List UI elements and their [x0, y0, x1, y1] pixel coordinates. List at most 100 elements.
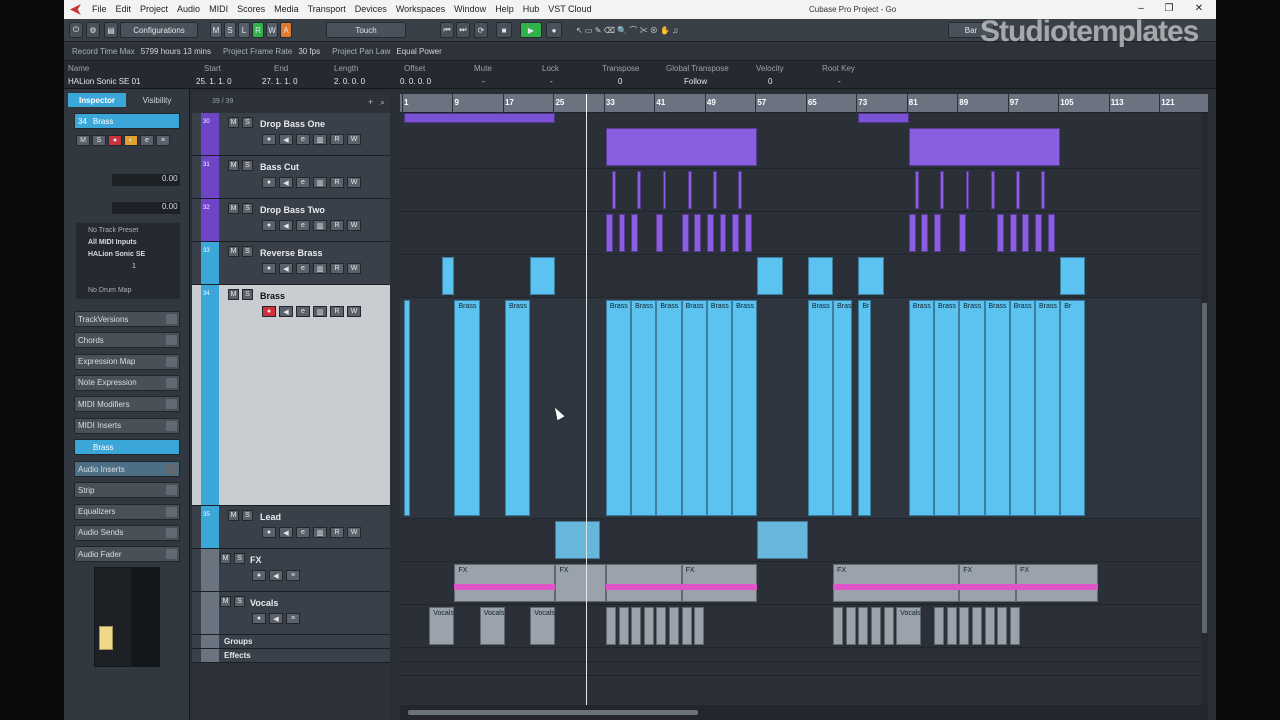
section-toggle-icon[interactable]: [166, 356, 177, 367]
clip-bass-cut[interactable]: [1016, 171, 1020, 209]
track-control-edit-icon[interactable]: e: [296, 220, 310, 231]
inspector-section-trackversions[interactable]: TrackVersions: [74, 311, 180, 327]
inspector-track-name[interactable]: 34 Brass: [74, 113, 180, 129]
fader-cap[interactable]: [99, 626, 113, 650]
clip-vocals[interactable]: [984, 607, 995, 645]
section-toggle-icon[interactable]: [166, 506, 177, 517]
stop-button[interactable]: ■: [496, 22, 512, 38]
clip-fx[interactable]: FX: [454, 564, 556, 602]
track-row-fx[interactable]: FX M S ● ◀ ≡: [192, 549, 390, 592]
clip-bass-cut[interactable]: [662, 171, 667, 209]
tab-visibility[interactable]: Visibility: [128, 93, 186, 107]
clip-brass[interactable]: Brass: [631, 300, 657, 516]
inspector-section-midi-inserts[interactable]: MIDI Inserts: [74, 417, 180, 434]
section-toggle-icon[interactable]: [166, 485, 177, 496]
clip-vocals[interactable]: [971, 607, 982, 645]
inspector-section-expression-map[interactable]: Expression Map: [74, 353, 180, 370]
track-control-read-icon[interactable]: R: [330, 527, 344, 538]
track-name[interactable]: Drop Bass Two: [260, 205, 325, 215]
clip-vocals[interactable]: [997, 607, 1008, 645]
track-row-bass-cut[interactable]: 31 Bass Cut M S ● ◀ e ▥ R W: [192, 156, 390, 199]
clip-fx[interactable]: FX: [681, 564, 758, 602]
read-toggle[interactable]: R: [252, 22, 264, 38]
solo-toggle[interactable]: S: [224, 22, 236, 38]
track-control-monitor-icon[interactable]: ◀: [279, 527, 293, 538]
frame-rate-value[interactable]: 30 fps: [298, 47, 320, 56]
track-control-record-icon[interactable]: ●: [262, 177, 276, 188]
horizontal-scrollbar[interactable]: [400, 705, 1208, 720]
mute-button[interactable]: M: [228, 117, 239, 128]
info-length-value[interactable]: 2. 0. 0. 0: [334, 77, 365, 86]
timeline-ruler[interactable]: 1 9 17 25 33 41 49 57 65 73 81 89 97 105 113 121: [400, 94, 1208, 113]
clip-midi-intro[interactable]: [858, 113, 909, 123]
track-control-edit-icon[interactable]: e: [296, 177, 310, 188]
clip-brass[interactable]: Brass: [1035, 300, 1061, 516]
close-icon[interactable]: ✕: [1192, 3, 1206, 14]
track-control-record-icon[interactable]: ●: [262, 220, 276, 231]
menu-midi[interactable]: MIDI: [209, 4, 228, 14]
clip-vocals[interactable]: [669, 607, 680, 645]
clip-vocals[interactable]: [694, 607, 705, 645]
clip-vocals[interactable]: [870, 607, 882, 645]
track-row-drop-bass-two[interactable]: 32 Drop Bass Two M S ● ◀ e ▥ R W: [192, 199, 390, 242]
clip-brass[interactable]: Brass: [656, 300, 682, 516]
section-toggle-icon[interactable]: [166, 335, 177, 346]
inspector-section-strip[interactable]: Strip: [74, 482, 180, 499]
edit-instrument-icon[interactable]: e: [140, 135, 154, 146]
clip-brass[interactable]: [404, 300, 411, 516]
solo-button[interactable]: S: [242, 246, 253, 257]
clip-brass[interactable]: Brass: [807, 300, 834, 516]
track-control-write-icon[interactable]: W: [347, 134, 361, 145]
tool-palette[interactable]: ↖ ▭ ✎ ⌫ 🔍 ⌒ ✂ ⊗ ✋ ♫: [576, 22, 786, 38]
track-control-lanes-icon[interactable]: ▥: [313, 177, 327, 188]
section-toggle-icon[interactable]: [166, 314, 177, 324]
clip-bass-cut[interactable]: [1041, 171, 1046, 209]
clip-lead[interactable]: [757, 521, 808, 559]
search-icon[interactable]: ⌕: [380, 97, 385, 108]
track-name[interactable]: Vocals: [250, 598, 278, 608]
clip-drop-bass-two[interactable]: [681, 214, 689, 252]
clip-vocals[interactable]: [618, 607, 629, 645]
lanes-icon[interactable]: ≡: [156, 135, 170, 146]
mute-button[interactable]: M: [228, 289, 239, 300]
clip-bass-cut[interactable]: [940, 171, 945, 209]
clip-drop-bass-two[interactable]: [605, 214, 613, 252]
info-global-transpose-value[interactable]: Follow: [684, 77, 707, 86]
section-toggle-icon[interactable]: [166, 377, 177, 388]
section-toggle-icon[interactable]: [166, 464, 177, 474]
inspector-section-midi-modifiers[interactable]: MIDI Modifiers: [74, 396, 180, 413]
write-toggle[interactable]: W: [266, 22, 278, 38]
clip-brass[interactable]: Br: [1060, 300, 1086, 516]
track-name[interactable]: Reverse Brass: [260, 248, 323, 258]
inspector-section-audio-inserts[interactable]: Audio Inserts: [74, 461, 180, 477]
track-control-monitor-icon[interactable]: ◀: [279, 306, 293, 317]
track-control-record-icon[interactable]: ●: [262, 527, 276, 538]
mute-toggle[interactable]: M: [210, 22, 222, 38]
track-control-edit-icon[interactable]: e: [296, 263, 310, 274]
menu-window[interactable]: Window: [454, 4, 486, 14]
clip-vocals[interactable]: [934, 607, 945, 645]
track-row-groups[interactable]: Groups: [192, 635, 390, 649]
track-control-lanes-icon[interactable]: ▥: [313, 527, 327, 538]
menu-hub[interactable]: Hub: [523, 4, 540, 14]
midi-input-field[interactable]: All MIDI Inputs: [88, 237, 178, 249]
track-name[interactable]: Effects: [224, 651, 251, 660]
track-name[interactable]: FX: [250, 555, 262, 565]
track-control-edit-icon[interactable]: e: [296, 134, 310, 145]
clip-brass[interactable]: Brass: [681, 300, 707, 516]
track-control-edit-icon[interactable]: e: [296, 527, 310, 538]
track-control-write-icon[interactable]: W: [347, 263, 361, 274]
track-control-write-icon[interactable]: W: [347, 527, 361, 538]
menu-file[interactable]: File: [92, 4, 107, 14]
track-control-read-icon[interactable]: R: [330, 263, 344, 274]
clip-drop-bass-two[interactable]: [719, 214, 727, 252]
clip-reverse-brass[interactable]: [530, 257, 556, 295]
automation-mode-select[interactable]: Touch: [326, 22, 406, 38]
track-control-write-icon[interactable]: W: [347, 306, 361, 317]
track-name[interactable]: Groups: [224, 637, 252, 646]
clip-vocals[interactable]: Vocals: [896, 607, 922, 645]
playhead-cursor[interactable]: [586, 113, 588, 705]
menu-transport[interactable]: Transport: [308, 4, 346, 14]
track-control-read-icon[interactable]: R: [330, 134, 344, 145]
clip-bass-cut[interactable]: [965, 171, 970, 209]
